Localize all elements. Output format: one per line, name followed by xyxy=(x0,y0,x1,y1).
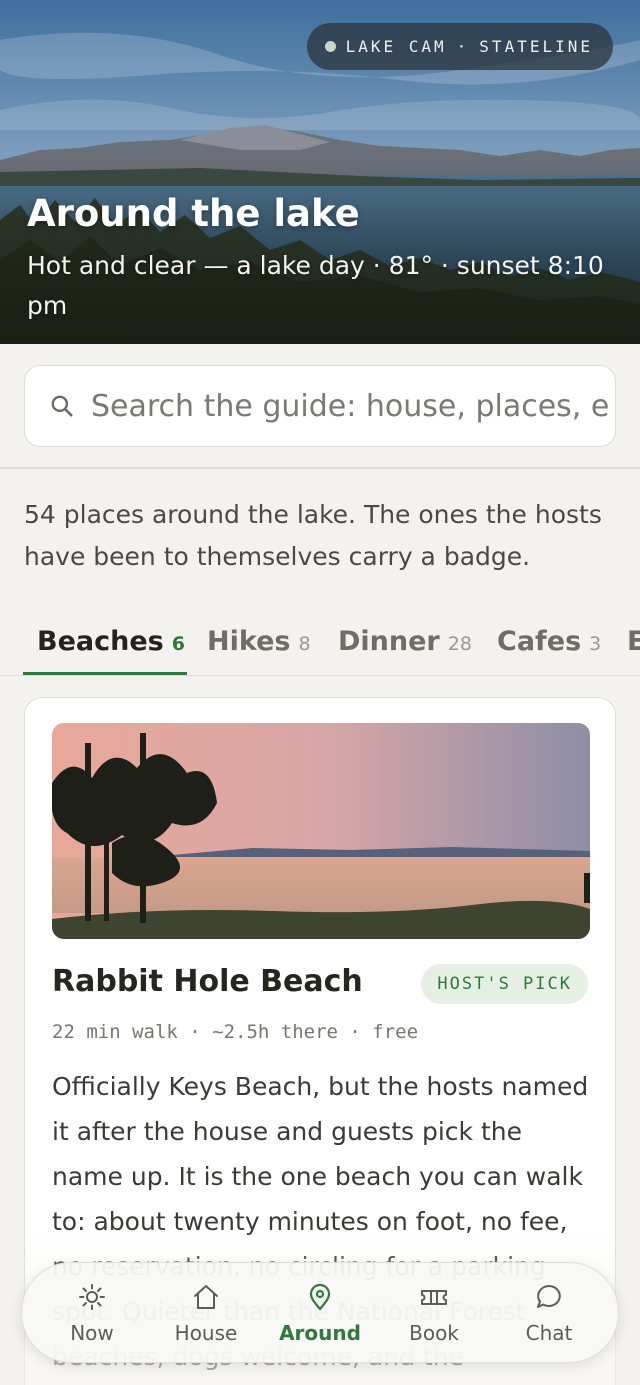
sun-icon xyxy=(79,1284,105,1310)
cam-label: LAKE CAM xyxy=(345,37,447,56)
bottom-nav: Now House Around Book Chat xyxy=(21,1262,619,1363)
nav-book[interactable]: Book xyxy=(384,1263,484,1363)
place-photo xyxy=(52,723,590,939)
nav-label: Now xyxy=(70,1321,114,1345)
tab-hikes[interactable]: Hikes 8 xyxy=(207,608,311,674)
tab-cafes[interactable]: Cafes 3 xyxy=(497,608,601,674)
tab-count: 3 xyxy=(589,633,602,655)
nav-now[interactable]: Now xyxy=(42,1263,142,1363)
category-tabs: Beaches 6 Hikes 8 Dinner 28 Cafes 3 E xyxy=(0,608,640,676)
hero-banner: LAKE CAM · STATELINE Around the lake Hot… xyxy=(0,0,640,344)
live-dot-icon xyxy=(324,41,336,52)
nav-house[interactable]: House xyxy=(156,1263,256,1363)
lake-cam-pill[interactable]: LAKE CAM · STATELINE xyxy=(306,23,613,70)
nav-label: House xyxy=(174,1321,238,1345)
weather-subtitle: Hot and clear — a lake day · 81° · sunse… xyxy=(27,251,604,320)
place-meta: 22 min walk · ~2.5h there · free xyxy=(52,1021,419,1043)
tab-dinner[interactable]: Dinner 28 xyxy=(338,608,472,674)
page-title: Around the lake xyxy=(27,192,360,235)
hosts-pick-badge: HOST'S PICK xyxy=(421,964,588,1004)
cam-location: STATELINE xyxy=(479,37,593,56)
nav-label: Around xyxy=(279,1321,361,1345)
intro-text: 54 places around the lake. The ones the … xyxy=(24,500,602,571)
cam-separator: · xyxy=(456,37,470,56)
place-title: Rabbit Hole Beach xyxy=(52,964,363,999)
section-divider xyxy=(0,467,640,469)
ticket-icon xyxy=(421,1290,447,1305)
nav-label: Chat xyxy=(525,1321,573,1345)
tab-label: E xyxy=(627,626,640,657)
tab-label: Hikes xyxy=(207,625,291,657)
tab-label: Dinner xyxy=(338,625,440,657)
search-input[interactable]: Search the guide: house, places, e xyxy=(91,389,611,424)
active-tab-indicator xyxy=(23,672,187,675)
nav-chat[interactable]: Chat xyxy=(499,1263,599,1363)
nav-around[interactable]: Around xyxy=(270,1263,370,1363)
search-bar[interactable]: Search the guide: house, places, e xyxy=(24,365,616,447)
chat-bubble-icon xyxy=(537,1285,561,1308)
tab-beaches[interactable]: Beaches 6 xyxy=(37,608,185,674)
nav-label: Book xyxy=(409,1321,459,1345)
map-pin-icon xyxy=(309,1283,331,1311)
house-icon xyxy=(194,1285,218,1309)
tab-overflow[interactable]: E xyxy=(627,608,640,674)
tab-label: Cafes xyxy=(497,625,582,657)
tab-count: 8 xyxy=(298,633,311,655)
tab-label: Beaches xyxy=(37,625,164,657)
tab-count: 6 xyxy=(171,633,185,655)
tab-count: 28 xyxy=(447,633,472,655)
search-icon xyxy=(51,395,73,417)
